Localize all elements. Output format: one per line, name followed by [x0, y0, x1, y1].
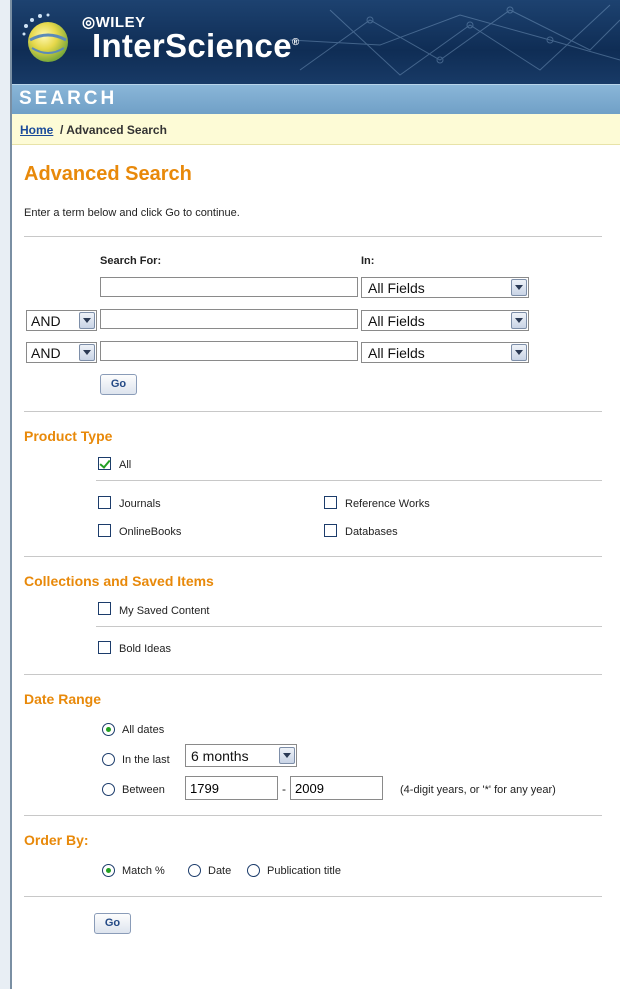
divider: [24, 674, 602, 675]
section-bar-label: SEARCH: [19, 88, 118, 109]
site-header: ◎WILEY InterScience®: [12, 0, 620, 84]
registered-mark: ®: [291, 37, 300, 48]
order-by-heading: Order By:: [24, 832, 89, 848]
bold-ideas-label: Bold Ideas: [119, 643, 171, 655]
bold-ideas-checkbox[interactable]: [98, 641, 111, 654]
go-button[interactable]: Go: [100, 374, 137, 395]
my-saved-content-checkbox[interactable]: [98, 602, 111, 615]
search-term-input-3[interactable]: [100, 341, 358, 361]
divider: [24, 556, 602, 557]
search-term-input-2[interactable]: [100, 309, 358, 329]
chevron-down-icon[interactable]: [511, 344, 527, 361]
interscience-logo-icon: [22, 13, 68, 62]
brand-label: InterScience: [92, 27, 292, 64]
collections-heading: Collections and Saved Items: [24, 573, 214, 589]
match-percent-radio[interactable]: [102, 864, 115, 877]
in-the-last-label: In the last: [122, 754, 170, 766]
field-select-2[interactable]: All Fields: [361, 310, 529, 331]
chevron-down-icon[interactable]: [79, 344, 95, 361]
search-term-input-1[interactable]: [100, 277, 358, 297]
breadcrumb-current: / Advanced Search: [60, 123, 167, 137]
onlinebooks-label: OnlineBooks: [119, 526, 182, 538]
year-hint: (4-digit years, or '*' for any year): [400, 784, 556, 796]
journals-checkbox[interactable]: [98, 496, 111, 509]
field-select-1-value: All Fields: [368, 280, 425, 296]
to-year-input[interactable]: [290, 776, 383, 800]
from-year-input[interactable]: [185, 776, 278, 800]
operator-select-3[interactable]: AND: [26, 342, 97, 363]
divider: [24, 236, 602, 237]
databases-label: Databases: [345, 526, 398, 538]
network-graphic: [290, 4, 620, 76]
field-select-2-value: All Fields: [368, 313, 425, 329]
databases-checkbox[interactable]: [324, 524, 337, 537]
window-left-border: [0, 0, 12, 989]
interscience-brand[interactable]: InterScience®: [92, 27, 300, 65]
in-the-last-radio[interactable]: [102, 753, 115, 766]
match-percent-label: Match %: [122, 865, 165, 877]
breadcrumb-home-link[interactable]: Home: [20, 123, 53, 137]
date-radio[interactable]: [188, 864, 201, 877]
all-checkbox[interactable]: [98, 457, 111, 470]
publication-title-radio[interactable]: [247, 864, 260, 877]
field-select-1[interactable]: All Fields: [361, 277, 529, 298]
chevron-down-icon[interactable]: [279, 747, 295, 764]
breadcrumb: Home / Advanced Search: [12, 114, 620, 145]
reference-works-label: Reference Works: [345, 498, 430, 510]
section-bar: SEARCH: [12, 84, 620, 115]
page-intro: Enter a term below and click Go to conti…: [24, 207, 240, 219]
operator-select-3-value: AND: [31, 345, 61, 361]
product-type-heading: Product Type: [24, 428, 113, 444]
all-dates-radio[interactable]: [102, 723, 115, 736]
page-title: Advanced Search: [24, 163, 192, 185]
divider: [24, 896, 602, 897]
operator-select-2[interactable]: AND: [26, 310, 97, 331]
chevron-down-icon[interactable]: [511, 312, 527, 329]
date-range-heading: Date Range: [24, 691, 102, 707]
year-range-dash: -: [282, 782, 286, 796]
search-for-label: Search For:: [100, 255, 162, 267]
bottom-go-button[interactable]: Go: [94, 913, 131, 934]
reference-works-checkbox[interactable]: [324, 496, 337, 509]
between-radio[interactable]: [102, 783, 115, 796]
all-dates-label: All dates: [122, 724, 165, 736]
journals-label: Journals: [119, 498, 161, 510]
date-label: Date: [208, 865, 232, 877]
field-select-3-value: All Fields: [368, 345, 425, 361]
between-label: Between: [122, 784, 165, 796]
field-select-3[interactable]: All Fields: [361, 342, 529, 363]
publication-title-label: Publication title: [267, 865, 341, 877]
divider: [96, 626, 602, 627]
chevron-down-icon[interactable]: [511, 279, 527, 296]
all-checkbox-label: All: [119, 459, 132, 471]
in-the-last-select[interactable]: 6 months: [185, 744, 297, 767]
divider: [24, 411, 602, 412]
chevron-down-icon[interactable]: [79, 312, 95, 329]
divider: [24, 815, 602, 816]
onlinebooks-checkbox[interactable]: [98, 524, 111, 537]
operator-select-2-value: AND: [31, 313, 61, 329]
in-label: In:: [361, 255, 375, 267]
my-saved-content-label: My Saved Content: [119, 605, 210, 617]
divider: [96, 480, 602, 481]
in-the-last-select-value: 6 months: [191, 748, 249, 764]
